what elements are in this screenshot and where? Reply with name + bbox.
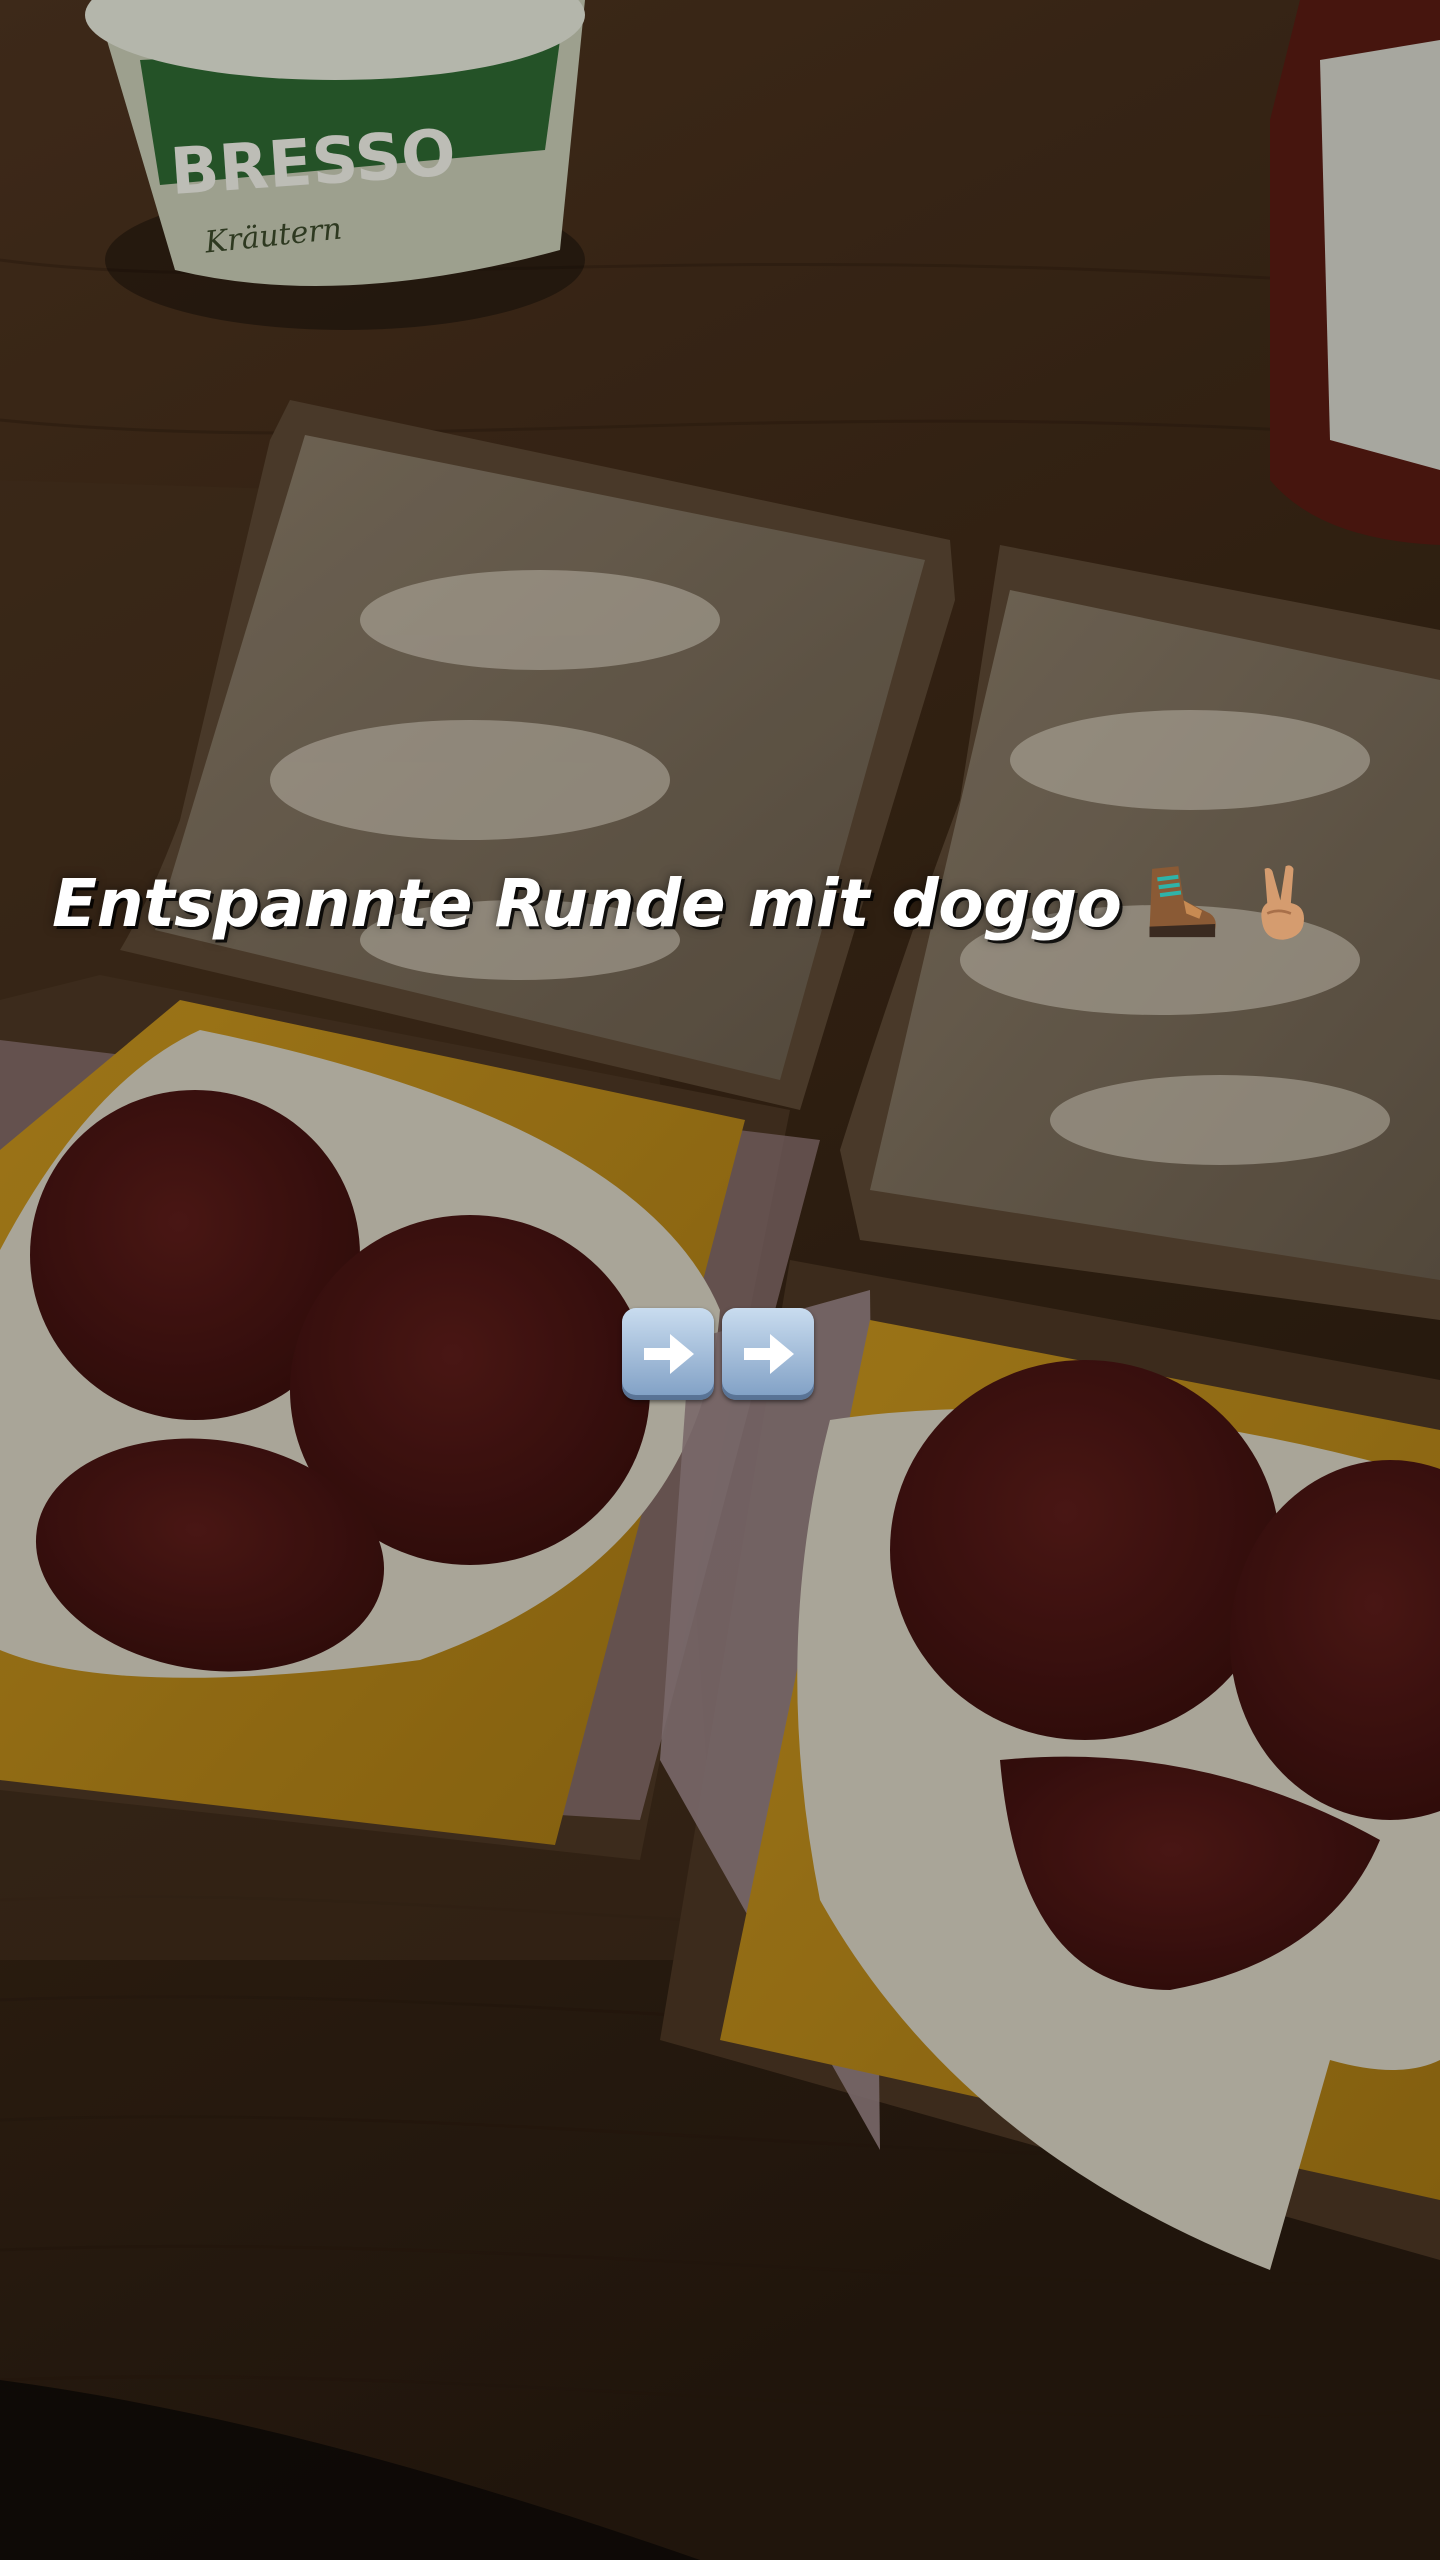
right-arrow-icon bbox=[722, 1308, 814, 1400]
right-arrow-icon bbox=[622, 1308, 714, 1400]
hiking-boot-icon bbox=[1139, 861, 1223, 945]
story-photo: BRESSO Kräutern bbox=[0, 0, 1440, 2560]
arrow-stickers bbox=[622, 1308, 814, 1400]
story-caption: Entspannte Runde mit doggo bbox=[52, 848, 1402, 958]
caption-text: Entspannte Runde mit doggo bbox=[52, 864, 1122, 942]
victory-hand-icon bbox=[1241, 861, 1325, 945]
